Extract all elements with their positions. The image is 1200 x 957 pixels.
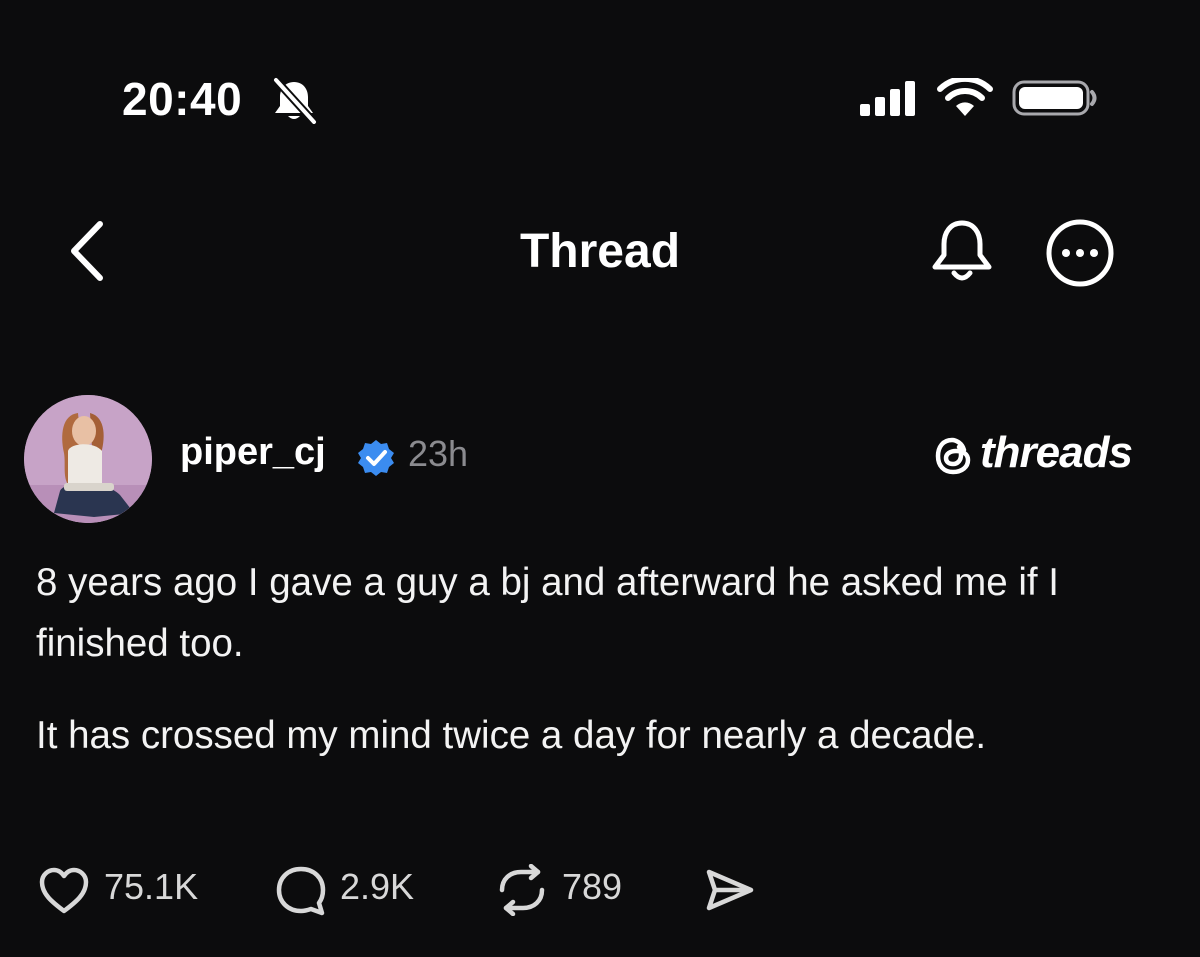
post-paragraph-1: 8 years ago I gave a guy a bj and afterw… <box>36 561 1059 665</box>
threads-brand: threads <box>980 428 1133 477</box>
heart-icon[interactable] <box>38 866 90 916</box>
threads-logo-icon <box>935 437 971 475</box>
more-options-icon[interactable] <box>1044 217 1116 289</box>
like-count: 75.1K <box>104 866 199 907</box>
comment-icon[interactable] <box>274 864 328 918</box>
bell-slash-icon <box>272 76 318 124</box>
bell-icon[interactable] <box>928 215 996 289</box>
wifi-icon <box>937 78 993 116</box>
cellular-signal-icon <box>860 81 915 116</box>
post-paragraph-2: It has crossed my mind twice a day for n… <box>36 714 987 757</box>
verified-badge-icon <box>358 440 394 476</box>
reply-count: 2.9K <box>340 866 415 907</box>
avatar[interactable] <box>24 395 152 523</box>
battery-icon <box>1012 80 1097 116</box>
status-time: 20:40 <box>122 73 243 125</box>
username[interactable]: piper_cj <box>180 431 326 474</box>
thread-screen: 20:40 Thread piper_cj 23h threads 8 year… <box>0 0 1200 957</box>
page-title: Thread <box>519 225 681 278</box>
repost-count: 789 <box>562 866 623 907</box>
send-icon[interactable] <box>704 866 756 914</box>
post-time: 23h <box>408 433 469 474</box>
repost-icon[interactable] <box>494 864 550 916</box>
